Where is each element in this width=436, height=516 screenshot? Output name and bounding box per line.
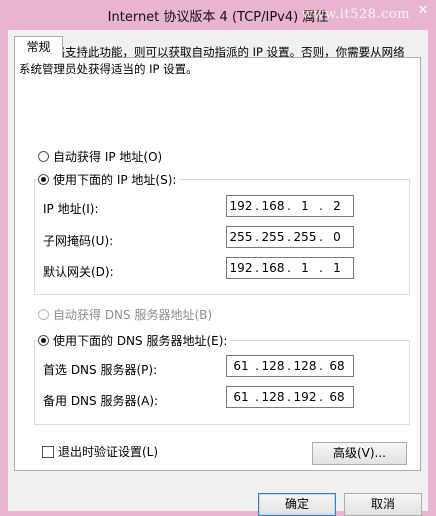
cancel-button[interactable]: 取消 bbox=[344, 493, 422, 516]
octet: 128 bbox=[261, 359, 285, 373]
close-icon[interactable]: ✕ bbox=[416, 4, 430, 18]
octet: 1 bbox=[301, 199, 309, 213]
octet: 0 bbox=[333, 230, 341, 244]
preferred-dns-label: 首选 DNS 服务器(P): bbox=[43, 363, 158, 377]
subnet-mask-label: 子网掩码(U): bbox=[43, 234, 114, 248]
auto-ip-label: 自动获得 IP 地址(O) bbox=[53, 150, 163, 164]
advanced-button[interactable]: 高级(V)... bbox=[312, 442, 407, 465]
octet: 68 bbox=[329, 390, 345, 404]
validate-label: 退出时验证设置(L) bbox=[58, 445, 159, 459]
alternate-dns-field[interactable]: 61. 128. 192. 68 bbox=[226, 386, 354, 408]
checkbox-icon[interactable] bbox=[42, 445, 54, 458]
alternate-dns-label: 备用 DNS 服务器(A): bbox=[43, 394, 159, 408]
octet: 255 bbox=[261, 230, 285, 244]
octet: 192 bbox=[229, 261, 253, 275]
description-text: 如果网络支持此功能，则可以获取自动指派的 IP 设置。否则，你需要从网络系统管理… bbox=[19, 45, 405, 76]
octet: 61 bbox=[233, 359, 249, 373]
auto-dns-radio: 自动获得 DNS 服务器地址(B) bbox=[38, 306, 216, 323]
manual-ip-label: 使用下面的 IP 地址(S): bbox=[53, 173, 177, 187]
octet: 1 bbox=[301, 261, 309, 275]
octet: 61 bbox=[233, 390, 249, 404]
preferred-dns-field[interactable]: 61. 128. 128. 68 bbox=[226, 355, 354, 377]
manual-ip-radio[interactable]: 使用下面的 IP 地址(S): bbox=[38, 171, 180, 188]
octet: 255 bbox=[229, 230, 253, 244]
ip-address-label: IP 地址(I): bbox=[43, 202, 99, 216]
octet: 192 bbox=[293, 390, 317, 404]
auto-ip-radio[interactable]: 自动获得 IP 地址(O) bbox=[38, 148, 166, 165]
radio-checked-icon[interactable] bbox=[38, 174, 49, 185]
gateway-field[interactable]: 192. 168. 1. 1 bbox=[226, 257, 354, 279]
octet: 168 bbox=[261, 261, 285, 275]
octet: 2 bbox=[333, 199, 341, 213]
manual-dns-label: 使用下面的 DNS 服务器地址(E): bbox=[53, 334, 228, 348]
radio-unchecked-icon[interactable] bbox=[38, 151, 49, 162]
title-bar: Internet 协议版本 4 (TCP/IPv4) 属性 www.it528.… bbox=[0, 0, 436, 30]
subnet-mask-field[interactable]: 255. 255. 255. 0 bbox=[226, 226, 354, 248]
radio-disabled-icon bbox=[38, 309, 49, 320]
octet: 168 bbox=[261, 199, 285, 213]
manual-dns-radio[interactable]: 使用下面的 DNS 服务器地址(E): bbox=[38, 332, 231, 349]
dns-groupbox bbox=[34, 340, 410, 425]
tab-general[interactable]: 常规 bbox=[14, 36, 63, 58]
octet: 255 bbox=[293, 230, 317, 244]
octet: 128 bbox=[293, 359, 317, 373]
octet: 128 bbox=[261, 390, 285, 404]
validate-checkbox[interactable]: 退出时验证设置(L) bbox=[42, 443, 158, 460]
watermark: www.it528.com bbox=[301, 7, 410, 22]
octet: 192 bbox=[229, 199, 253, 213]
octet: 68 bbox=[329, 359, 345, 373]
gateway-label: 默认网关(D): bbox=[43, 265, 114, 279]
auto-dns-label: 自动获得 DNS 服务器地址(B) bbox=[53, 308, 213, 322]
radio-checked-icon[interactable] bbox=[38, 335, 49, 346]
ip-address-field[interactable]: 192. 168. 1. 2 bbox=[226, 195, 354, 217]
ok-button[interactable]: 确定 bbox=[258, 493, 336, 516]
octet: 1 bbox=[333, 261, 341, 275]
